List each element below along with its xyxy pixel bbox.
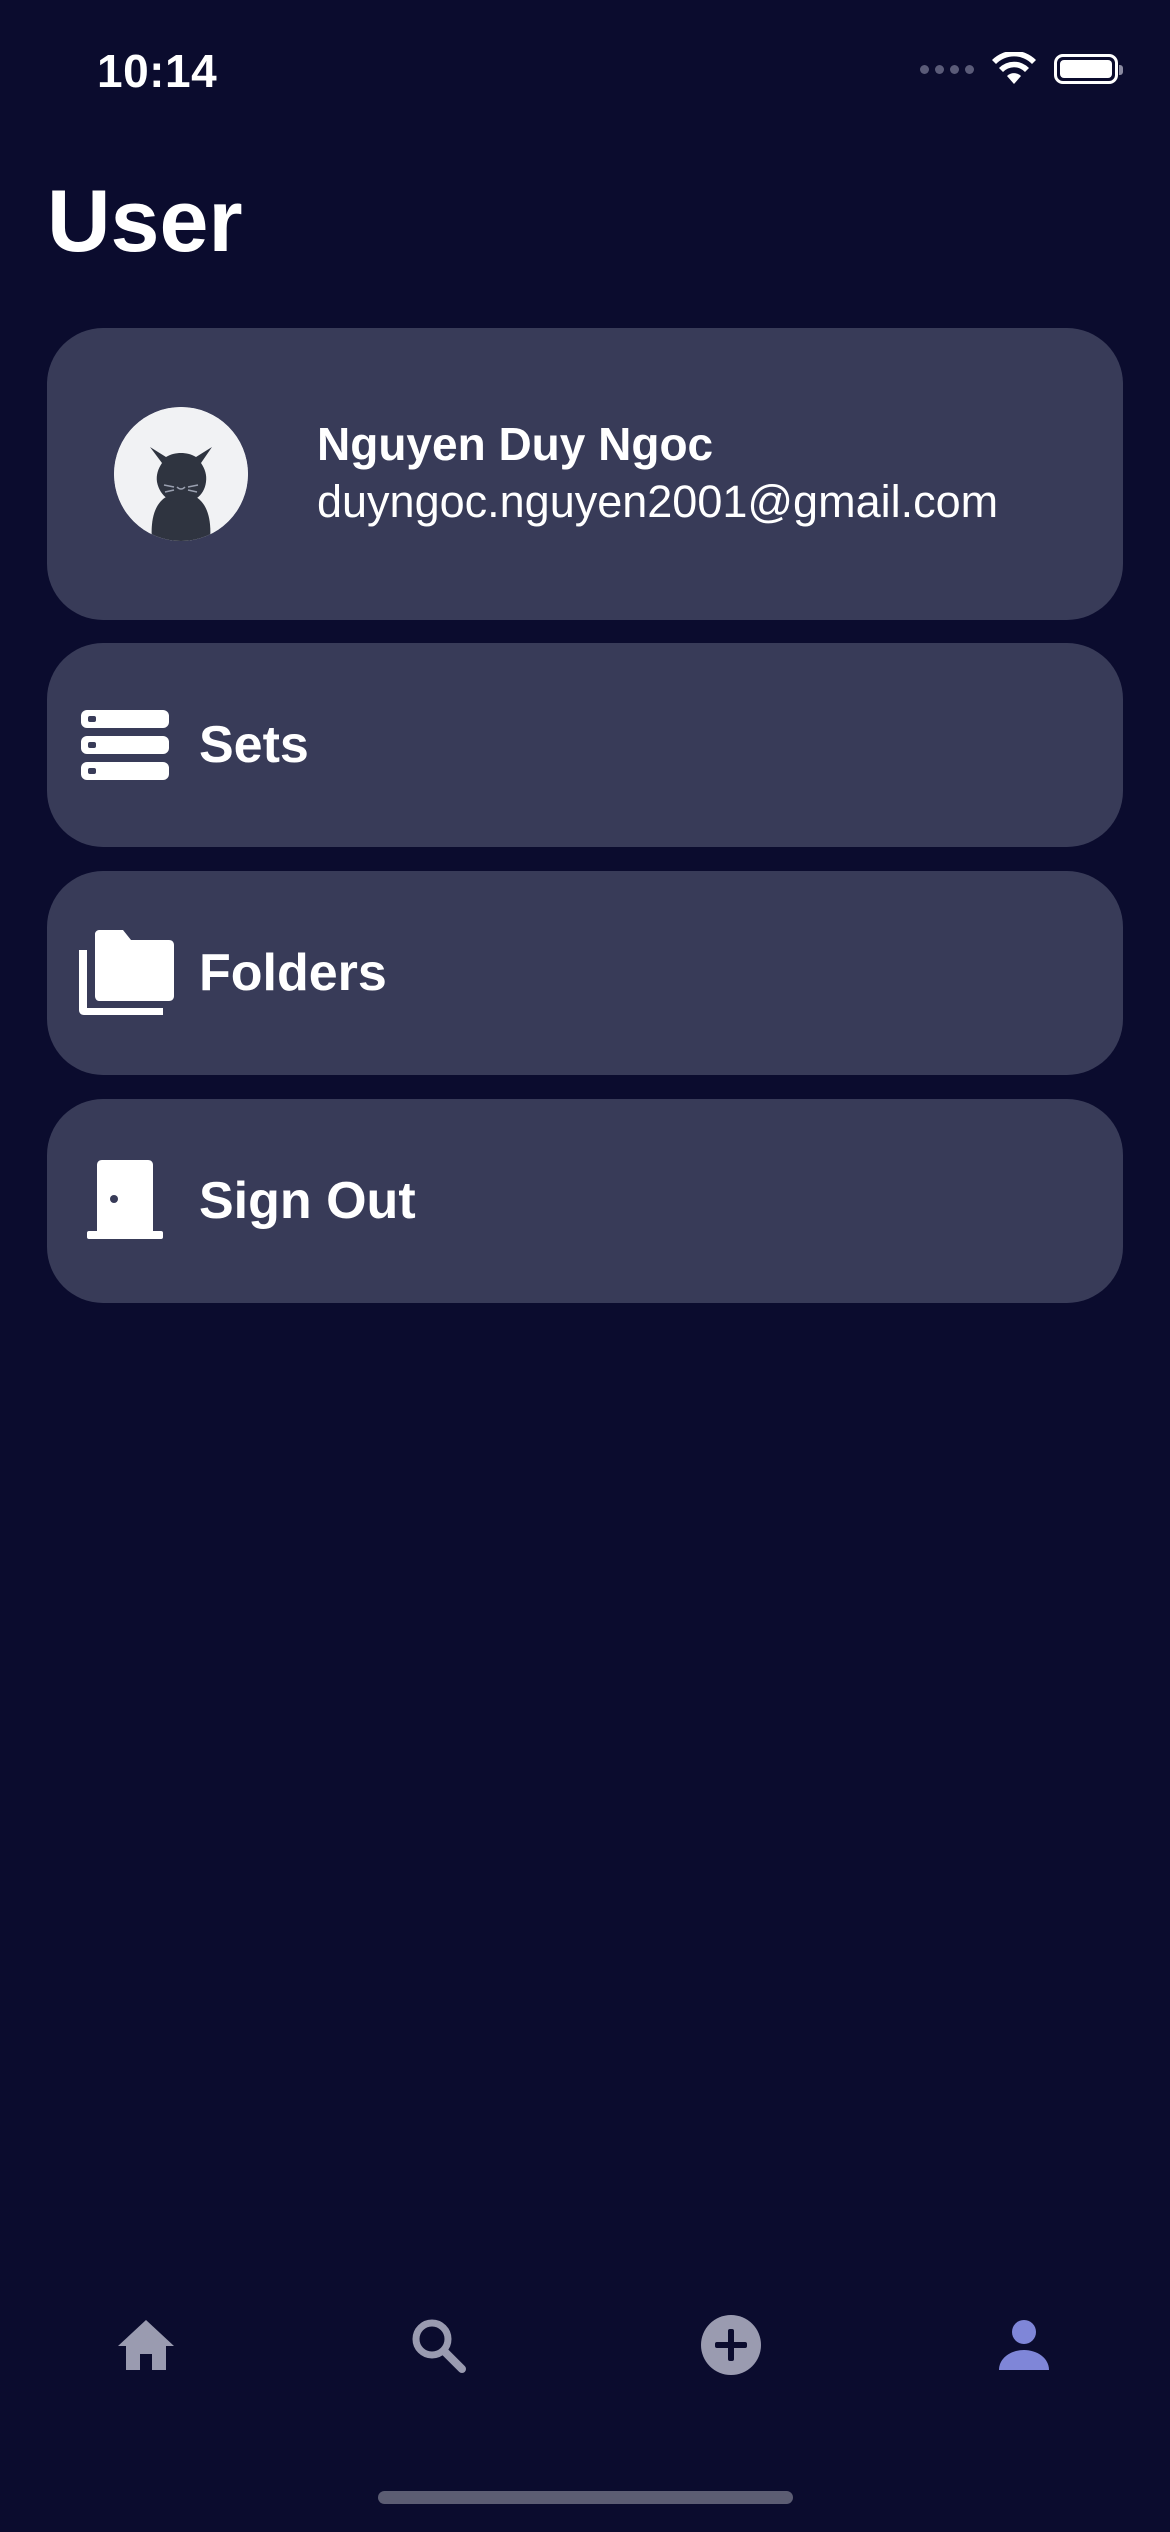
battery-icon: [1054, 54, 1123, 84]
nav-home-button[interactable]: [101, 2300, 191, 2390]
profile-name: Nguyen Duy Ngoc: [317, 418, 714, 470]
cellular-signal-icon: [920, 64, 974, 74]
search-icon: [412, 2319, 466, 2373]
profile-email: duyngoc.nguyen2001@gmail.com: [317, 476, 999, 527]
nav-profile-button[interactable]: [979, 2300, 1069, 2390]
status-time: 10:14: [97, 45, 218, 97]
home-icon: [118, 2320, 174, 2370]
menu-item-folders[interactable]: Folders: [47, 871, 1123, 1075]
nav-add-button[interactable]: [686, 2300, 776, 2390]
menu-item-sign-out[interactable]: Sign Out: [47, 1099, 1123, 1303]
sets-stack-icon: [75, 695, 175, 795]
person-icon: [999, 2320, 1049, 2370]
nav-search-button[interactable]: [393, 2300, 483, 2390]
menu-item-label: Sets: [199, 716, 309, 774]
wifi-icon: [992, 52, 1036, 84]
status-icons: [920, 52, 1123, 86]
profile-info: Nguyen Duy Ngoc duyngoc.nguyen2001@gmail…: [317, 414, 998, 530]
bottom-nav: [0, 2300, 1170, 2390]
home-indicator[interactable]: [378, 2491, 793, 2504]
profile-card[interactable]: Nguyen Duy Ngoc duyngoc.nguyen2001@gmail…: [47, 328, 1123, 620]
cat-avatar-icon: [114, 407, 248, 541]
menu-item-label: Sign Out: [199, 1172, 416, 1230]
add-circle-icon: [701, 2315, 761, 2375]
menu-item-sets[interactable]: Sets: [47, 643, 1123, 847]
page-title: User: [47, 171, 243, 270]
folders-icon: [75, 923, 175, 1023]
menu-item-label: Folders: [199, 944, 387, 1002]
door-icon: [75, 1151, 175, 1251]
